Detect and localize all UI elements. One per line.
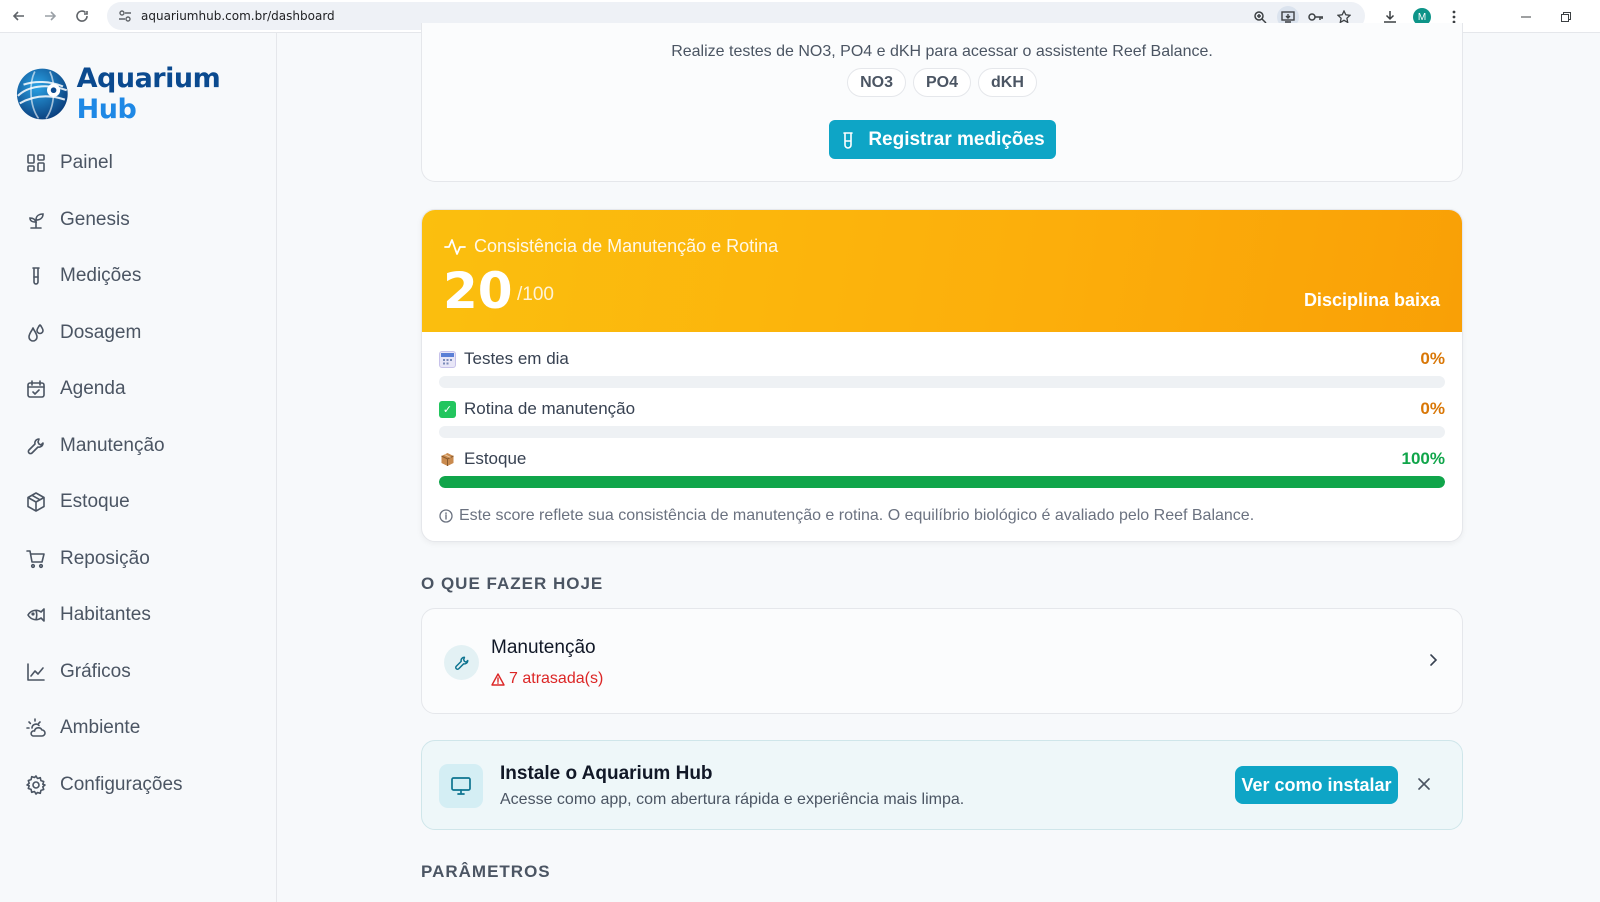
forward-icon[interactable] [35, 1, 65, 31]
test-tube-icon [32, 267, 40, 286]
url-text[interactable]: aquariumhub.com.br/dashboard [141, 9, 335, 23]
metric-percent: 0% [1420, 349, 1445, 368]
sidebar-item-label: Genesis [60, 208, 130, 230]
droplets-icon [28, 323, 44, 342]
metric-label: Rotina de manutenção [464, 399, 636, 418]
sidebar-item-manutencao[interactable]: Manutenção [0, 418, 277, 475]
score-max: /100 [517, 284, 554, 305]
monitor-icon [451, 777, 471, 795]
reef-balance-message: Realize testes de NO3, PO4 e dKH para ac… [671, 43, 1213, 60]
parameter-chips: NO3 PO4 dKH [422, 68, 1462, 97]
register-measurements-button[interactable]: Registrar medições [829, 120, 1056, 159]
line-chart-icon [27, 662, 45, 681]
gear-icon [26, 774, 46, 795]
site-settings-icon[interactable] [115, 6, 135, 26]
progress-bar [439, 376, 1445, 388]
how-to-install-button[interactable]: Ver como instalar [1235, 766, 1398, 804]
logo[interactable]: Aquarium Hub [16, 63, 276, 125]
chip-no3: NO3 [847, 68, 906, 97]
task-title: Manutenção [491, 637, 596, 658]
wrench-icon [27, 437, 44, 455]
progress-bar [439, 476, 1445, 488]
score-status: Disciplina baixa [1303, 290, 1440, 310]
sidebar-item-configuracoes[interactable]: Configurações [0, 757, 277, 814]
test-tube-icon [843, 131, 854, 149]
box-emoji-icon [439, 451, 456, 468]
fish-icon [27, 608, 45, 623]
sidebar-item-label: Painel [60, 152, 113, 174]
install-title: Instale o Aquarium Hub [500, 763, 713, 784]
sidebar-item-label: Ambiente [60, 717, 141, 739]
section-title-today: O QUE FAZER HOJE [421, 574, 604, 593]
reef-balance-card: Realize testes de NO3, PO4 e dKH para ac… [421, 23, 1463, 182]
metric-rotina: ✓ Rotina de manutenção 0% [439, 398, 1445, 438]
cloud-sun-icon [26, 718, 46, 738]
sidebar-item-label: Agenda [60, 378, 126, 400]
score-note: Este score reflete sua consistência de m… [439, 507, 1254, 525]
sidebar-nav: Painel Genesis Medições Dosagem Agenda M… [0, 135, 277, 813]
task-icon-wrap [444, 645, 479, 680]
progress-fill [439, 476, 1445, 488]
score-title: Consistência de Manutenção e Rotina [444, 236, 778, 257]
info-icon [439, 509, 453, 523]
sidebar-item-dosagem[interactable]: Dosagem [0, 305, 277, 362]
sidebar-item-painel[interactable]: Painel [0, 135, 277, 192]
sidebar-item-label: Dosagem [60, 321, 142, 343]
back-icon[interactable] [4, 1, 34, 31]
metric-label: Estoque [464, 449, 527, 468]
metric-testes: Testes em dia 0% [439, 348, 1445, 388]
consistency-score-card: Consistência de Manutenção e Rotina 20 /… [421, 209, 1463, 542]
sidebar-item-graficos[interactable]: Gráficos [0, 644, 277, 701]
sidebar-item-estoque[interactable]: Estoque [0, 474, 277, 531]
progress-bar [439, 426, 1445, 438]
metric-estoque: Estoque 100% [439, 448, 1445, 488]
sidebar-item-reposicao[interactable]: Reposição [0, 531, 277, 588]
brand-name: Aquarium Hub [76, 63, 221, 125]
install-app-banner: Instale o Aquarium Hub Acesse como app, … [421, 740, 1463, 830]
sidebar-item-label: Habitantes [60, 604, 151, 626]
grid-icon [27, 154, 45, 173]
metric-percent: 0% [1420, 399, 1445, 418]
package-icon [27, 492, 45, 513]
chip-dkh: dKH [978, 68, 1037, 97]
task-alert: 7 atrasada(s) [491, 670, 603, 688]
score-value: 20 [443, 262, 513, 320]
section-title-params: PARÂMETROS [421, 862, 551, 881]
warning-icon [491, 672, 505, 686]
install-subtitle: Acesse como app, com abertura rápida e e… [500, 791, 965, 808]
sidebar-item-label: Estoque [60, 491, 130, 513]
register-measurements-label: Registrar medições [868, 128, 1045, 150]
sidebar-item-ambiente[interactable]: Ambiente [0, 700, 277, 757]
score-header: Consistência de Manutenção e Rotina 20 /… [422, 210, 1462, 332]
chevron-right-icon[interactable] [1428, 653, 1438, 672]
reload-icon[interactable] [67, 1, 97, 31]
sidebar-item-habitantes[interactable]: Habitantes [0, 587, 277, 644]
close-icon[interactable] [1415, 775, 1433, 793]
sidebar-item-agenda[interactable]: Agenda [0, 361, 277, 418]
cart-icon [26, 549, 45, 568]
sidebar-item-label: Manutenção [60, 434, 165, 456]
restore-icon[interactable] [1552, 3, 1580, 31]
sprout-icon [29, 212, 44, 229]
sidebar-item-label: Gráficos [60, 660, 131, 682]
sidebar-item-medicoes[interactable]: Medições [0, 248, 277, 305]
calendar-check-icon [27, 380, 45, 399]
calendar-emoji-icon [439, 350, 456, 368]
chip-po4: PO4 [913, 68, 972, 97]
metric-label: Testes em dia [464, 349, 569, 368]
minimize-icon[interactable] [1512, 3, 1540, 31]
sidebar-item-genesis[interactable]: Genesis [0, 192, 277, 249]
globe-logo-icon [16, 68, 68, 120]
sidebar: Aquarium Hub Painel Genesis Medições Dos… [0, 33, 277, 902]
monitor-icon-wrap [439, 764, 483, 808]
task-maintenance-card[interactable]: Manutenção 7 atrasada(s) [421, 608, 1463, 714]
sidebar-item-label: Medições [60, 265, 142, 287]
activity-icon [444, 238, 466, 255]
wrench-icon [454, 656, 468, 670]
check-box-icon: ✓ [439, 400, 456, 418]
sidebar-item-label: Configurações [60, 773, 183, 795]
metric-percent: 100% [1401, 449, 1445, 468]
sidebar-item-label: Reposição [60, 547, 150, 569]
